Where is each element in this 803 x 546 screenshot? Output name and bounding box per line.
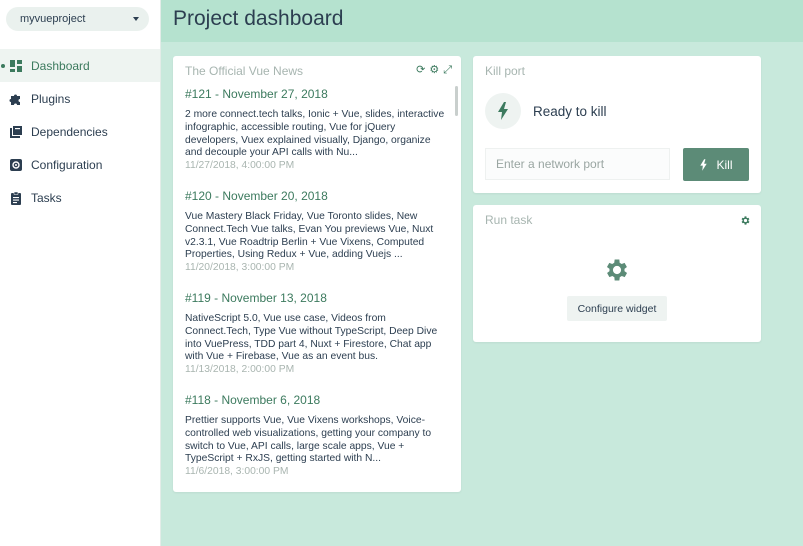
kill-button[interactable]: Kill [683,148,749,181]
list-item[interactable]: #119 - November 13, 2018 NativeScript 5.… [185,291,447,377]
active-indicator [1,63,5,68]
news-item-title[interactable]: #121 - November 27, 2018 [185,87,447,101]
sidebar-item-plugins[interactable]: Plugins [0,82,160,115]
run-task-widget: Run task Configure widget [473,205,761,342]
assignment-icon [11,191,21,205]
news-item-title[interactable]: #120 - November 20, 2018 [185,189,447,203]
puzzle-icon [9,94,20,105]
list-item[interactable]: #118 - November 6, 2018 Prettier support… [185,393,447,479]
news-item-title[interactable]: #118 - November 6, 2018 [185,393,447,407]
sidebar-item-label: Plugins [31,91,71,106]
news-item-title[interactable]: #119 - November 13, 2018 [185,291,447,305]
sidebar-item-label: Configuration [31,157,103,172]
sidebar: myvueproject Dashboard Plugins Dependenc… [0,0,161,546]
list-item[interactable]: #121 - November 27, 2018 2 more connect.… [185,87,447,173]
news-item-description: Vue Mastery Black Friday, Vue Toronto sl… [185,210,434,261]
gear-icon[interactable] [740,215,751,226]
kill-port-widget: Kill port Ready to kill Kill [473,56,761,193]
widget-title: The Official Vue News [185,64,304,78]
widget-tools: ⟳ ⚙ ⤢ [416,65,452,76]
kill-status: Ready to kill [533,104,607,119]
kill-button-label: Kill [716,157,733,172]
sidebar-nav: Dashboard Plugins Dependencies Configura… [0,49,160,214]
sidebar-item-dependencies[interactable]: Dependencies [0,115,160,148]
page-title: Project dashboard [173,7,344,30]
caret-down-icon [133,17,139,21]
news-item-description: Prettier supports Vue, Vue Vixens worksh… [185,414,432,465]
scrollbar[interactable] [455,86,458,116]
port-input[interactable] [485,148,670,180]
news-list: #121 - November 27, 2018 2 more connect.… [185,87,447,492]
sidebar-item-configuration[interactable]: Configuration [0,148,160,181]
page-header: Project dashboard [161,0,803,42]
widget-title: Kill port [485,64,526,78]
sidebar-item-label: Tasks [31,190,62,205]
status-icon-container [485,93,521,129]
bolt-icon [700,158,708,171]
news-item-date: 11/6/2018, 3:00:00 PM [185,466,289,478]
sidebar-item-dashboard[interactable]: Dashboard [0,49,160,82]
sidebar-item-label: Dashboard [31,58,90,73]
gear-icon [606,259,628,281]
sidebar-item-tasks[interactable]: Tasks [0,181,160,214]
fullscreen-icon[interactable]: ⤢ [443,65,452,76]
gear-icon[interactable]: ⚙ [429,65,439,76]
bolt-icon [498,102,508,120]
sidebar-item-label: Dependencies [31,124,108,139]
news-item-date: 11/27/2018, 4:00:00 PM [185,160,295,172]
vue-news-widget: The Official Vue News ⟳ ⚙ ⤢ #121 - Novem… [173,56,461,492]
news-item-date: 11/20/2018, 3:00:00 PM [185,262,295,274]
news-item-description: 2 more connect.tech talks, Ionic + Vue, … [185,109,445,159]
news-item-description: NativeScript 5.0, Vue use case, Videos f… [185,312,438,363]
settings-icon [10,158,22,171]
library-icon [10,125,22,138]
list-item[interactable]: #120 - November 20, 2018 Vue Mastery Bla… [185,189,447,275]
project-name: myvueproject [20,13,86,25]
widget-title: Run task [485,213,533,227]
project-selector[interactable]: myvueproject [6,7,149,31]
dashboard-icon [10,59,22,72]
news-item-date: 11/13/2018, 2:00:00 PM [185,364,295,376]
configure-widget-button[interactable]: Configure widget [567,296,667,321]
refresh-icon[interactable]: ⟳ [416,65,425,76]
